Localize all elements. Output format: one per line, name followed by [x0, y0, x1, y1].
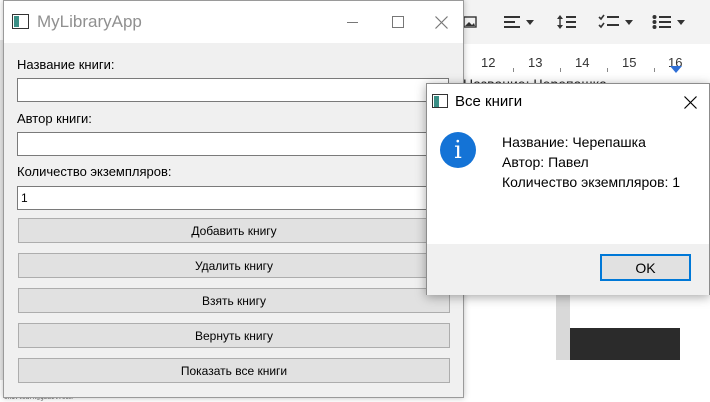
- ruler-number: 14: [575, 55, 590, 70]
- minimize-button[interactable]: [329, 1, 375, 43]
- window-title: MyLibraryApp: [37, 12, 142, 31]
- message-line-author: Автор: Павел: [502, 154, 589, 170]
- ruler-tick: [654, 68, 655, 72]
- app-icon: [12, 14, 29, 29]
- chevron-down-icon: [526, 19, 534, 25]
- message-line-title: Название: Черепашка: [502, 134, 646, 150]
- dialog-body: i Название: Черепашка Автор: Павел Колич…: [427, 120, 709, 244]
- chevron-down-icon: [625, 19, 633, 25]
- all-books-dialog: Все книги i Название: Черепашка Автор: П…: [426, 83, 710, 295]
- book-title-label: Название книги:: [17, 57, 115, 72]
- minimize-icon: [346, 21, 358, 23]
- ruler-number: 15: [622, 55, 637, 70]
- book-author-input[interactable]: [17, 132, 449, 156]
- book-author-label: Автор книги:: [17, 111, 92, 126]
- book-title-input[interactable]: [17, 78, 449, 102]
- dialog-title-bar[interactable]: Все книги: [427, 84, 709, 120]
- maximize-icon: [392, 16, 404, 28]
- close-icon: [434, 15, 448, 29]
- app-icon: [432, 94, 448, 108]
- copies-input[interactable]: [17, 186, 449, 210]
- document-dark-block: [570, 328, 680, 360]
- ruler-number: 12: [481, 55, 496, 70]
- line-spacing-icon[interactable]: [557, 10, 577, 34]
- show-all-books-button[interactable]: Показать все книги: [18, 358, 450, 383]
- ruler-number: 13: [528, 55, 543, 70]
- document-page-edge: [556, 294, 570, 360]
- maximize-button[interactable]: [375, 1, 421, 43]
- info-icon: i: [440, 132, 476, 168]
- take-book-button[interactable]: Взять книгу: [18, 288, 450, 313]
- title-bar[interactable]: MyLibraryApp: [4, 1, 463, 43]
- delete-book-button[interactable]: Удалить книгу: [18, 253, 450, 278]
- dialog-close-button[interactable]: [671, 84, 709, 120]
- checklist-icon[interactable]: [598, 10, 633, 34]
- editor-toolbar: [455, 0, 710, 44]
- add-book-button[interactable]: Добавить книгу: [18, 218, 450, 243]
- copies-label: Количество экземпляров:: [17, 164, 172, 179]
- ruler-tick: [607, 68, 608, 72]
- return-book-button[interactable]: Вернуть книгу: [18, 323, 450, 348]
- dialog-message: Название: Черепашка Автор: Павел Количес…: [502, 132, 680, 192]
- align-icon[interactable]: [503, 10, 534, 34]
- bullet-list-icon[interactable]: [652, 10, 685, 34]
- chevron-down-icon: [677, 19, 685, 25]
- message-line-copies: Количество экземпляров: 1: [502, 174, 681, 190]
- ruler-tick: [560, 68, 561, 72]
- close-button[interactable]: [418, 1, 464, 43]
- main-window: MyLibraryApp Название книги: Автор книги…: [3, 0, 464, 398]
- close-icon: [683, 95, 697, 109]
- dialog-title: Все книги: [455, 93, 523, 110]
- ruler-indent-marker[interactable]: [670, 66, 682, 73]
- image-icon[interactable]: [463, 10, 477, 34]
- ok-button[interactable]: OK: [600, 254, 691, 281]
- dialog-footer: OK: [427, 244, 709, 295]
- ruler-tick: [513, 68, 514, 72]
